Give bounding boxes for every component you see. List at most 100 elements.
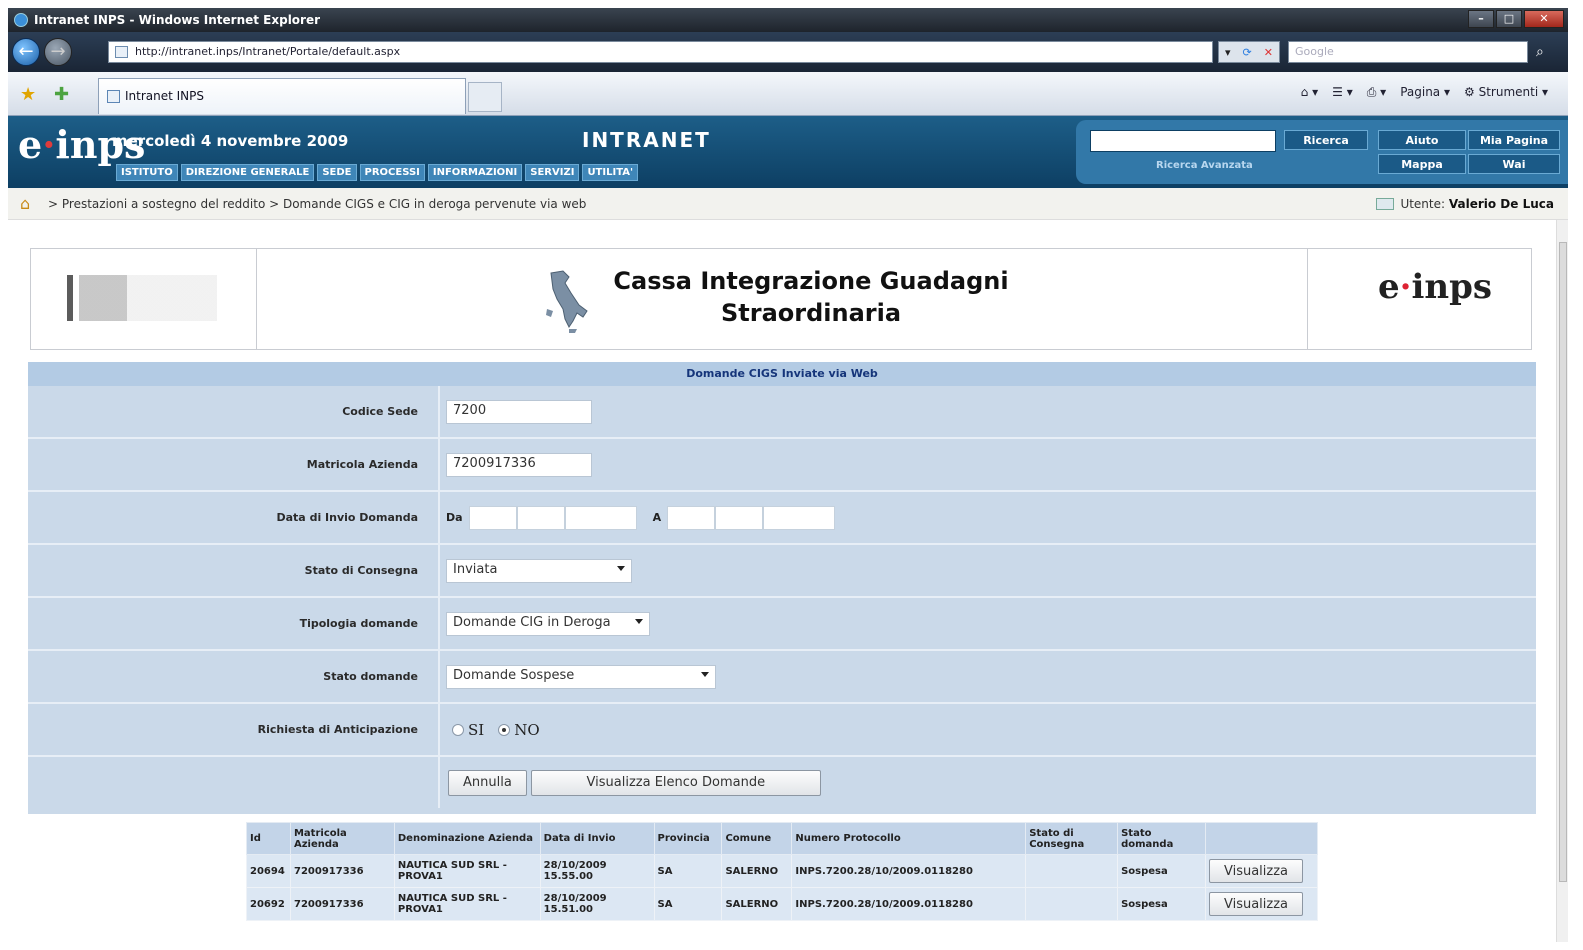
- da-month-input[interactable]: [516, 505, 565, 530]
- inps-mini-logo: [67, 275, 217, 321]
- maximize-button[interactable]: □: [1496, 10, 1522, 28]
- favorites-star-icon[interactable]: ★: [20, 84, 36, 105]
- a-day-input[interactable]: [667, 505, 716, 530]
- stop-icon[interactable]: ✕: [1264, 46, 1273, 59]
- col-data-invio: Data di Invio: [539, 822, 655, 855]
- menu-direzione-generale[interactable]: DIREZIONE GENERALE: [180, 164, 315, 181]
- forward-button[interactable]: →: [44, 38, 72, 66]
- mia-pagina-button[interactable]: Mia Pagina: [1468, 130, 1560, 150]
- search-form: Domande CIGS Inviate via Web Codice Sede…: [28, 362, 1536, 814]
- menu-servizi[interactable]: SERVIZI: [525, 164, 580, 181]
- table-row: 20694 7200917336 NAUTICA SUD SRL - PROVA…: [246, 854, 1319, 888]
- menu-utilita[interactable]: UTILITA': [582, 164, 639, 181]
- da-year-input[interactable]: [564, 505, 637, 530]
- breadcrumb[interactable]: > Prestazioni a sostegno del reddito > D…: [48, 197, 586, 211]
- data-invio-label: Data di Invio Domanda: [28, 492, 440, 543]
- header-title: INTRANET: [582, 128, 711, 152]
- ricerca-button[interactable]: Ricerca: [1284, 130, 1368, 150]
- si-label: SI: [468, 720, 485, 739]
- tipologia-select[interactable]: Domande CIG in Deroga: [446, 611, 650, 636]
- row-anticipazione: Richiesta di Anticipazione SI NO: [28, 704, 1536, 757]
- wai-button[interactable]: Wai: [1468, 154, 1560, 174]
- strumenti-menu[interactable]: ⚙ Strumenti ▾: [1464, 85, 1548, 100]
- tab-intranet-inps[interactable]: Intranet INPS: [98, 78, 466, 114]
- header-tools: Ricerca Ricerca Avanzata Aiuto Mia Pagin…: [1076, 120, 1568, 184]
- visualizza-button[interactable]: Visualizza: [1208, 859, 1304, 883]
- col-actions: [1204, 822, 1319, 855]
- dropdown-icon[interactable]: ▾: [1225, 46, 1231, 59]
- annulla-button[interactable]: Annulla: [448, 769, 527, 796]
- stato-consegna-label: Stato di Consegna: [28, 545, 440, 596]
- address-bar: ← → http://intranet.inps/Intranet/Portal…: [8, 32, 1568, 72]
- new-tab-button[interactable]: [468, 82, 502, 112]
- minimize-button[interactable]: –: [1468, 10, 1494, 28]
- scrollbar-thumb[interactable]: [1559, 242, 1567, 882]
- da-label: Da: [446, 511, 463, 524]
- chevron-down-icon: [617, 565, 625, 571]
- codice-sede-input[interactable]: 7200: [446, 399, 592, 424]
- window-titlebar: Intranet INPS - Windows Internet Explore…: [8, 8, 1568, 32]
- col-stato-consegna: Stato di Consegna: [1025, 822, 1119, 855]
- chevron-down-icon: [635, 618, 643, 624]
- printer-icon[interactable]: [1376, 198, 1395, 210]
- stato-consegna-select[interactable]: Inviata: [446, 558, 632, 583]
- visualizza-button[interactable]: Visualizza: [1208, 892, 1304, 916]
- a-month-input[interactable]: [715, 505, 764, 530]
- header-menu: ISTITUTO DIREZIONE GENERALE SEDE PROCESS…: [116, 164, 639, 181]
- a-year-input[interactable]: [763, 505, 836, 530]
- row-matricola: Matricola Azienda 7200917336: [28, 439, 1536, 492]
- tipologia-label: Tipologia domande: [28, 598, 440, 649]
- pagina-menu[interactable]: Pagina ▾: [1400, 85, 1450, 100]
- print-icon[interactable]: ⎙ ▾: [1367, 85, 1386, 100]
- matricola-input[interactable]: 7200917336: [446, 452, 592, 477]
- ricerca-avanzata-link[interactable]: Ricerca Avanzata: [1156, 160, 1253, 171]
- mappa-button[interactable]: Mappa: [1378, 154, 1466, 174]
- home-icon[interactable]: ⌂: [20, 194, 30, 213]
- menu-sede[interactable]: SEDE: [317, 164, 357, 181]
- search-input[interactable]: Google: [1288, 41, 1528, 63]
- da-day-input[interactable]: [468, 505, 517, 530]
- feeds-icon[interactable]: ☰ ▾: [1332, 85, 1353, 100]
- table-row: 20692 7200917336 NAUTICA SUD SRL - PROVA…: [246, 887, 1319, 921]
- refresh-icon[interactable]: ⟳: [1243, 46, 1252, 59]
- results-table: Id Matricola Azienda Denominazione Azien…: [246, 822, 1319, 921]
- col-stato-domanda: Stato domanda: [1117, 822, 1206, 855]
- menu-informazioni[interactable]: INFORMAZIONI: [427, 164, 523, 181]
- menu-processi[interactable]: PROCESSI: [359, 164, 425, 181]
- row-tipologia: Tipologia domande Domande CIG in Deroga: [28, 598, 1536, 651]
- page-content: Cassa Integrazione Guadagni Straordinari…: [8, 220, 1556, 942]
- header-search-input[interactable]: [1090, 130, 1276, 152]
- add-favorites-icon[interactable]: ✚: [54, 84, 69, 105]
- einps-logo-banner: e·inps: [1378, 267, 1493, 307]
- menu-istituto[interactable]: ISTITUTO: [116, 164, 178, 181]
- stato-domande-select[interactable]: Domande Sospese: [446, 664, 716, 689]
- search-icon[interactable]: ⌕: [1536, 44, 1544, 60]
- vertical-scrollbar[interactable]: [1556, 220, 1568, 942]
- einps-logo[interactable]: e·inps: [18, 122, 145, 182]
- row-stato-consegna: Stato di Consegna Inviata: [28, 545, 1536, 598]
- col-protocollo: Numero Protocollo: [791, 822, 1027, 855]
- aiuto-button[interactable]: Aiuto: [1378, 130, 1466, 150]
- tab-page-icon: [107, 90, 120, 103]
- table-header-row: Id Matricola Azienda Denominazione Azien…: [246, 822, 1319, 855]
- user-name: Valerio De Luca: [1448, 197, 1554, 211]
- home-icon[interactable]: ⌂ ▾: [1301, 85, 1318, 100]
- si-radio[interactable]: [452, 723, 464, 736]
- row-stato-domande: Stato domande Domande Sospese: [28, 651, 1536, 704]
- matricola-label: Matricola Azienda: [28, 439, 440, 490]
- anticipazione-label: Richiesta di Anticipazione: [28, 704, 440, 755]
- ie-icon: [14, 13, 28, 27]
- header-date: mercoledì 4 novembre 2009: [112, 132, 349, 150]
- breadcrumb-bar: ⌂ > Prestazioni a sostegno del reddito >…: [8, 188, 1568, 220]
- page-banner: Cassa Integrazione Guadagni Straordinari…: [30, 248, 1532, 350]
- visualizza-elenco-button[interactable]: Visualizza Elenco Domande: [530, 769, 821, 796]
- row-codice-sede: Codice Sede 7200: [28, 386, 1536, 439]
- chevron-down-icon: [701, 671, 709, 677]
- col-comune: Comune: [721, 822, 793, 855]
- url-input[interactable]: http://intranet.inps/Intranet/Portale/de…: [108, 41, 1213, 63]
- col-denominazione: Denominazione Azienda: [393, 822, 541, 855]
- tab-bar: ★ ✚ Intranet INPS ⌂ ▾ ☰ ▾ ⎙ ▾ Pagina ▾ ⚙…: [8, 72, 1568, 116]
- no-radio[interactable]: [498, 723, 511, 736]
- back-button[interactable]: ←: [12, 38, 40, 66]
- close-button[interactable]: ✕: [1524, 10, 1564, 28]
